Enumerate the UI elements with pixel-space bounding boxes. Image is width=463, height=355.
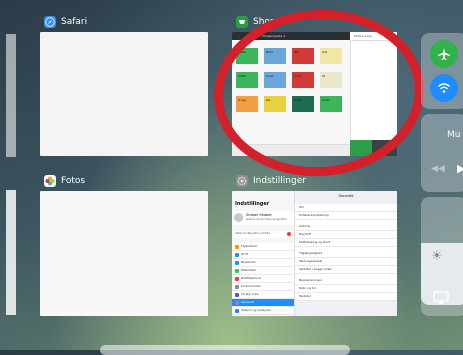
fotos-app-card[interactable] (40, 191, 208, 316)
airplane-icon (438, 48, 450, 60)
settings-right-row-label: iPad-lagerplads (299, 259, 323, 263)
settings-left-row[interactable]: Forstyr ikke (232, 291, 294, 299)
settings-right-row[interactable]: Multitasking og Dock (295, 239, 397, 247)
settings-right-row[interactable]: Begrænsninger (295, 277, 397, 285)
settings-left-row-label: Wi-Fi (241, 252, 249, 256)
settings-left-row-label: Bluetooth (241, 260, 256, 264)
wifi-icon (438, 83, 450, 93)
photos-icon (44, 175, 56, 187)
settings-left-list: Flytilstand Wi-Fi Bluetooth Mobildata Notifi… (232, 243, 294, 315)
safari-app-card[interactable] (40, 32, 208, 156)
dock-hint (100, 345, 350, 355)
settings-row-icon (235, 285, 239, 289)
settings-left-row-label: Flytilstand (241, 244, 257, 248)
settings-left-row[interactable]: Generelt (232, 299, 294, 307)
settings-left-row-label: Generelt (241, 300, 254, 304)
settings-right-row[interactable]: Softwareopdatering (295, 212, 397, 220)
settings-left-row[interactable]: Skærm og lysstyrke (232, 307, 294, 315)
screen-mirroring-button[interactable] (421, 282, 463, 316)
settings-right-row[interactable]: Om (295, 204, 397, 212)
music-label: Mu (447, 130, 461, 140)
control-center-music-panel[interactable]: Mu ◀◀ ▶ (421, 114, 463, 192)
settings-row-icon (235, 293, 239, 297)
red-circle-annotation (208, 2, 430, 184)
settings-left-row-label: Kontrolcenter (241, 284, 262, 288)
settings-right-row[interactable]: Dato og tid (295, 285, 397, 293)
settings-row-icon (235, 253, 239, 257)
settings-left-row[interactable]: Kontrolcenter (232, 283, 294, 291)
settings-profile-row[interactable]: Shaber Shaber Apple-id, iCloud, iTunes o… (232, 211, 294, 225)
settings-left-title: Indstillinger (235, 201, 270, 207)
shoplist-app-icon (236, 16, 248, 28)
settings-right-row[interactable]: AirDrop (295, 223, 397, 231)
safari-card-title: Safari (44, 15, 87, 29)
settings-left-row[interactable]: Mobildata (232, 267, 294, 275)
settings-row-icon (235, 261, 239, 265)
settings-right-row-label: Multitasking og Dock (299, 240, 331, 244)
airplay-icon (433, 291, 449, 304)
sun-icon: ☀ (431, 249, 443, 264)
settings-left-row[interactable]: Notifikationer (232, 275, 294, 283)
settings-right-row-label: AirDrop (299, 224, 311, 228)
settings-right-row[interactable]: Tastatur (295, 293, 397, 301)
setup-banner-row[interactable]: Afslut konfiguration af iPad (232, 231, 294, 238)
indstillinger-app-card[interactable]: Indstillinger Shaber Shaber Apple-id, iC… (232, 191, 397, 316)
settings-right-row-label: Om (299, 205, 305, 209)
settings-gear-icon (236, 175, 248, 187)
settings-right-row[interactable]: iPad-lagerplads (295, 258, 397, 266)
play-icon[interactable]: ▶ (457, 162, 463, 175)
settings-left-row-label: Notifikationer (241, 276, 262, 280)
settings-row-icon (235, 245, 239, 249)
fotos-card-title: Fotos (44, 174, 85, 188)
indstillinger-card-title: Indstillinger (236, 174, 306, 188)
settings-right-row[interactable]: Opdater i baggrunden (295, 266, 397, 274)
settings-left-row[interactable]: Bluetooth (232, 259, 294, 267)
settings-row-icon (235, 269, 239, 273)
settings-left-pane: Indstillinger Shaber Shaber Apple-id, iC… (232, 191, 295, 316)
settings-right-list: Om Softwareopdatering AirDrop Handoff Multit… (295, 204, 397, 301)
settings-row-icon (235, 301, 239, 305)
settings-left-row[interactable]: Flytilstand (232, 243, 294, 251)
wifi-toggle[interactable] (430, 74, 458, 102)
settings-right-row-label: Tilgængelighed (299, 251, 323, 255)
settings-left-row[interactable]: Wi-Fi (232, 251, 294, 259)
safari-icon (44, 16, 56, 28)
settings-right-pane: Generelt Om Softwareopdatering AirDrop Hand… (295, 191, 397, 316)
settings-right-row[interactable]: Tilgængelighed (295, 250, 397, 258)
left-app-card-partial-bottom[interactable] (6, 190, 16, 315)
settings-left-row-label: Skærm og lysstyrke (241, 308, 271, 312)
settings-right-row-label: Begrænsninger (299, 278, 323, 282)
settings-right-row-label: Softwareopdatering (299, 213, 329, 217)
profile-avatar (234, 213, 243, 222)
settings-right-row-label: Opdater i baggrunden (299, 267, 333, 271)
settings-right-row[interactable]: Handoff (295, 231, 397, 239)
settings-right-row-label: Handoff (299, 232, 311, 236)
settings-row-icon (235, 277, 239, 281)
settings-left-row-label: Forstyr ikke (241, 292, 259, 296)
settings-right-row-label: Tastatur (299, 294, 312, 298)
settings-right-row-label: Dato og tid (299, 286, 316, 290)
badge-icon (287, 232, 291, 236)
settings-left-row-label: Mobildata (241, 268, 256, 272)
airplane-mode-toggle[interactable] (430, 40, 458, 68)
rewind-icon[interactable]: ◀◀ (431, 164, 445, 174)
settings-right-title: Generelt (338, 194, 354, 198)
settings-row-icon (235, 309, 239, 313)
left-app-card-partial-top[interactable] (6, 34, 16, 157)
